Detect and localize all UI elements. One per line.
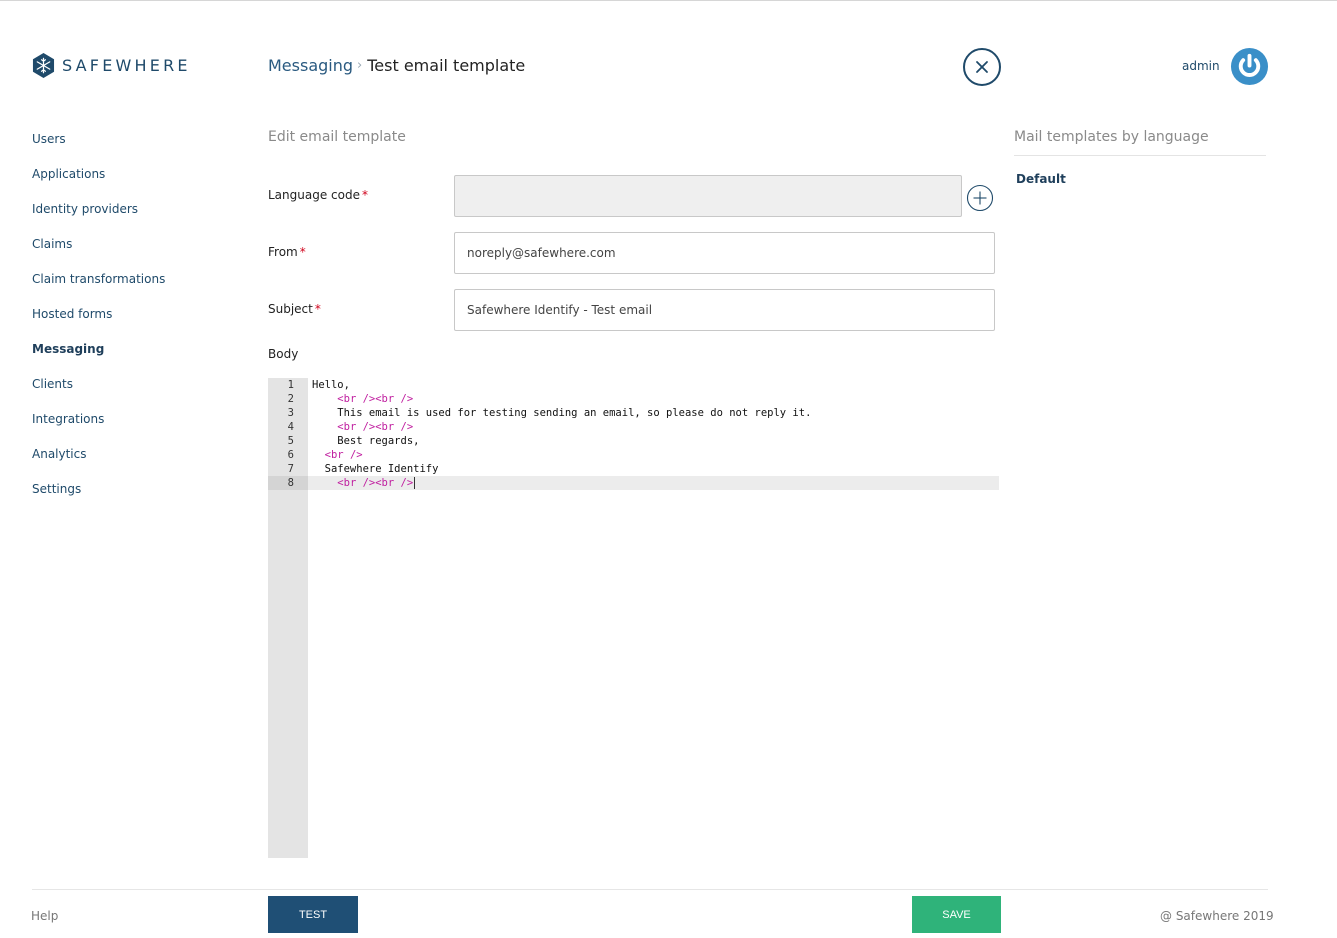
- html-tag-token: <br /><br />: [337, 393, 414, 405]
- form-section-title: Edit email template: [268, 129, 406, 145]
- test-button[interactable]: TEST: [268, 896, 358, 933]
- code-line[interactable]: 6 <br />: [268, 448, 999, 462]
- code-text: <br /><br />: [312, 476, 416, 490]
- sidebar-item-integrations[interactable]: Integrations: [32, 409, 232, 444]
- code-line[interactable]: 7 Safewhere Identify: [268, 462, 999, 476]
- line-number: 6: [287, 449, 294, 461]
- sidebar-item-claims[interactable]: Claims: [32, 234, 232, 269]
- right-panel-divider: [1014, 155, 1266, 156]
- language-code-label-text: Language code: [268, 188, 360, 202]
- breadcrumb-messaging-link[interactable]: Messaging: [268, 56, 353, 75]
- sidebar-item-messaging[interactable]: Messaging: [32, 339, 232, 374]
- close-button[interactable]: [963, 48, 1001, 86]
- code-line[interactable]: 3 This email is used for testing sending…: [268, 406, 999, 420]
- sidebar-item-users[interactable]: Users: [32, 129, 232, 164]
- text-cursor: [414, 477, 416, 489]
- code-line[interactable]: 2 <br /><br />: [268, 392, 999, 406]
- html-tag-token: <br /><br />: [337, 477, 414, 489]
- required-mark: *: [314, 302, 321, 316]
- code-line[interactable]: 5 Best regards,: [268, 434, 999, 448]
- page-title: Test email template: [367, 56, 526, 75]
- code-text: Safewhere Identify: [312, 463, 439, 475]
- subject-label-text: Subject: [268, 302, 313, 316]
- required-mark: *: [299, 245, 306, 259]
- sidebar-item-analytics[interactable]: Analytics: [32, 444, 232, 479]
- code-text: <br />: [312, 448, 363, 462]
- subject-label: Subject *: [268, 302, 321, 316]
- code-line[interactable]: 1 Hello,: [268, 378, 999, 392]
- mail-templates-title: Mail templates by language: [1014, 129, 1209, 145]
- add-language-icon[interactable]: [966, 184, 994, 212]
- body-label: Body: [268, 347, 299, 361]
- sidebar-item-claim-transformations[interactable]: Claim transformations: [32, 269, 232, 304]
- line-number: 2: [287, 393, 294, 405]
- line-number: 4: [287, 421, 294, 433]
- language-code-input[interactable]: [454, 175, 962, 217]
- line-number: 3: [287, 407, 294, 419]
- template-language-default[interactable]: Default: [1016, 172, 1066, 186]
- save-button[interactable]: SAVE: [912, 896, 1001, 933]
- subject-input[interactable]: Safewhere Identify - Test email: [454, 289, 995, 331]
- sidebar-nav: Users Applications Identity providers Cl…: [32, 129, 232, 514]
- snowflake-logo-icon: [32, 53, 55, 78]
- code-text: <br /><br />: [312, 420, 413, 434]
- language-code-label: Language code *: [268, 188, 368, 202]
- line-number: 1: [287, 379, 294, 391]
- close-icon: [976, 61, 988, 73]
- footer-divider: [32, 889, 1268, 890]
- code-line[interactable]: 8 <br /><br />: [268, 476, 999, 490]
- sidebar-item-identity-providers[interactable]: Identity providers: [32, 199, 232, 234]
- breadcrumb: Messaging › Test email template: [268, 56, 525, 75]
- code-text: <br /><br />: [312, 392, 413, 406]
- required-mark: *: [361, 188, 368, 202]
- user-name[interactable]: admin: [1182, 59, 1220, 73]
- help-link[interactable]: Help: [31, 909, 58, 923]
- from-label: From *: [268, 245, 306, 259]
- code-text: This email is used for testing sending a…: [312, 407, 812, 419]
- from-label-text: From: [268, 245, 298, 259]
- sidebar-item-applications[interactable]: Applications: [32, 164, 232, 199]
- from-input[interactable]: noreply@safewhere.com: [454, 232, 995, 274]
- html-tag-token: <br />: [324, 449, 363, 461]
- safewhere-logo[interactable]: SAFEWHERE: [32, 53, 191, 78]
- line-number: 8: [268, 476, 308, 490]
- code-text: Hello,: [312, 379, 350, 391]
- sidebar-item-hosted-forms[interactable]: Hosted forms: [32, 304, 232, 339]
- code-text: Best regards,: [312, 435, 420, 447]
- html-tag-token: <br /><br />: [337, 421, 414, 433]
- sidebar-item-settings[interactable]: Settings: [32, 479, 232, 514]
- body-code-editor[interactable]: 1 Hello, 2 <br /><br /> 3 This email is use…: [268, 378, 999, 858]
- line-number: 5: [287, 435, 294, 447]
- line-number: 7: [287, 463, 294, 475]
- brand-name: SAFEWHERE: [62, 56, 191, 75]
- sidebar-item-clients[interactable]: Clients: [32, 374, 232, 409]
- power-avatar-icon[interactable]: [1230, 47, 1269, 86]
- copyright: @ Safewhere 2019: [1160, 909, 1274, 923]
- code-line[interactable]: 4 <br /><br />: [268, 420, 999, 434]
- breadcrumb-separator: ›: [357, 58, 363, 73]
